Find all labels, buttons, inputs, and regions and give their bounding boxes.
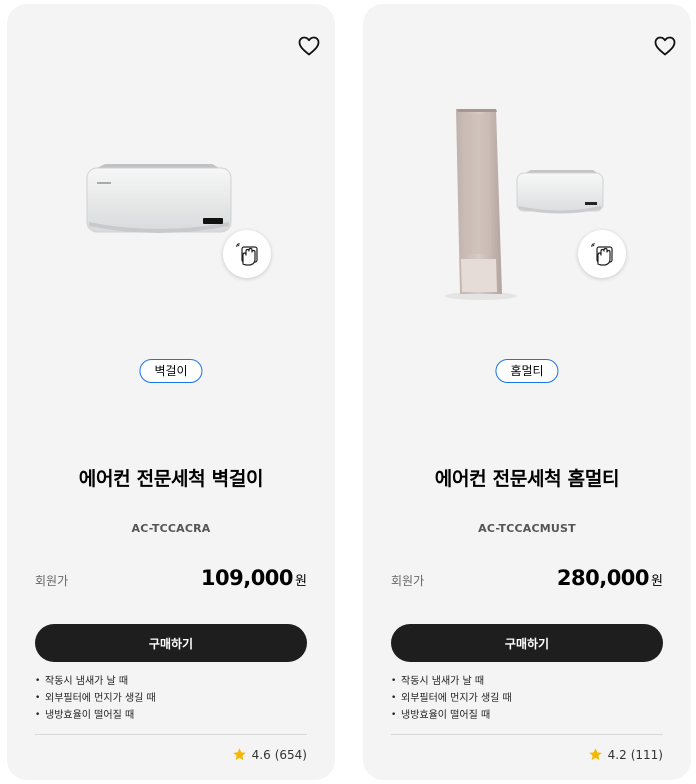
- star-icon: [232, 748, 246, 761]
- price-currency: 원: [295, 574, 307, 589]
- feature-list: 작동시 냄새가 날 때 외부필터에 먼지가 생길 때 냉방효율이 떨어질 때: [35, 673, 156, 724]
- model-number: AC-TCCACMUST: [478, 522, 576, 535]
- product-card[interactable]: 벽걸이 에어컨 전문세척 벽걸이 AC-TCCACRA 회원가 109,000 …: [7, 4, 335, 780]
- product-title: 에어컨 전문세척 벽걸이: [78, 468, 264, 490]
- feature-item: 냉방효율이 떨어질 때: [35, 707, 156, 724]
- cleaning-badge: [223, 230, 271, 278]
- feature-item: 작동시 냄새가 날 때: [391, 673, 512, 690]
- feature-item: 작동시 냄새가 날 때: [35, 673, 156, 690]
- price-label: 회원가: [391, 574, 425, 588]
- feature-item: 외부필터에 먼지가 생길 때: [35, 690, 156, 707]
- wall-ac-image: [86, 164, 232, 233]
- review-count: (654): [274, 747, 307, 762]
- heart-icon[interactable]: [653, 34, 677, 58]
- cleaning-badge: [578, 230, 626, 278]
- feature-item: 외부필터에 먼지가 생길 때: [391, 690, 512, 707]
- rating-score: 4.2: [607, 747, 627, 762]
- buy-button[interactable]: 구매하기: [391, 624, 663, 662]
- divider: [35, 734, 307, 735]
- cleaning-hand-icon: [591, 243, 613, 266]
- review-count: (111): [630, 747, 663, 762]
- buy-button[interactable]: 구매하기: [35, 624, 307, 662]
- star-icon: [588, 748, 602, 761]
- home-multi-ac-image: [445, 109, 604, 300]
- price-label: 회원가: [35, 574, 69, 588]
- rating[interactable]: 4.6 (654): [232, 747, 307, 762]
- price: 109,000 원: [201, 566, 307, 590]
- product-title: 에어컨 전문세척 홈멀티: [434, 468, 620, 490]
- model-number: AC-TCCACRA: [131, 522, 211, 535]
- cleaning-hand-icon: [236, 243, 258, 266]
- price: 280,000 원: [557, 566, 663, 590]
- feature-item: 냉방효율이 떨어질 때: [391, 707, 512, 724]
- price-currency: 원: [651, 574, 663, 589]
- price-value: 109,000: [200, 566, 294, 590]
- rating-score: 4.6: [251, 747, 271, 762]
- divider: [391, 734, 663, 735]
- product-card[interactable]: 홈멀티 에어컨 전문세척 홈멀티 AC-TCCACMUST 회원가 280,00…: [363, 4, 691, 780]
- heart-icon[interactable]: [297, 34, 321, 58]
- type-badge: 벽걸이: [139, 359, 203, 383]
- feature-list: 작동시 냄새가 날 때 외부필터에 먼지가 생길 때 냉방효율이 떨어질 때: [391, 673, 512, 724]
- type-badge: 홈멀티: [495, 359, 559, 383]
- price-value: 280,000: [556, 566, 650, 590]
- rating[interactable]: 4.2 (111): [588, 747, 663, 762]
